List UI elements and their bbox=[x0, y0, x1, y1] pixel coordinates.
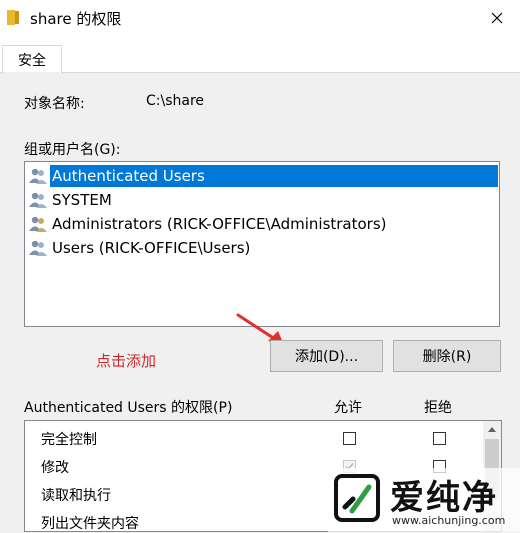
permission-label: 完全控制 bbox=[41, 432, 97, 448]
permissions-title: Authenticated Users 的权限(P) bbox=[24, 400, 233, 416]
list-item-label: Authenticated Users bbox=[50, 165, 498, 187]
allow-column-header: 允许 bbox=[334, 400, 362, 416]
brand-logo-icon bbox=[334, 474, 380, 522]
deny-column-header: 拒绝 bbox=[424, 400, 452, 416]
permission-row: 读取和执行 bbox=[41, 483, 111, 507]
remove-button[interactable]: 删除(R) bbox=[393, 340, 501, 372]
annotation-hint: 点击添加 bbox=[96, 352, 157, 370]
title-bar: share 的权限 bbox=[0, 0, 520, 36]
window-title: share 的权限 bbox=[30, 10, 122, 28]
remove-button-label: 删除(R) bbox=[422, 349, 472, 365]
add-button-label: 添加(D)... bbox=[294, 349, 359, 365]
users-icon bbox=[29, 216, 47, 232]
permission-label: 读取和执行 bbox=[41, 488, 111, 504]
close-button[interactable] bbox=[474, 0, 520, 36]
list-item-label: Users (RICK-OFFICE\Users) bbox=[52, 239, 251, 257]
scroll-up-button[interactable] bbox=[483, 421, 501, 438]
close-icon bbox=[491, 12, 503, 24]
object-name-label: 对象名称: bbox=[24, 96, 85, 112]
deny-full-control-checkbox[interactable] bbox=[433, 432, 446, 445]
list-item-system[interactable]: SYSTEM bbox=[28, 189, 498, 211]
groups-listbox[interactable]: Authenticated Users SYSTEM Administrator… bbox=[24, 161, 500, 327]
permission-row: 修改 bbox=[41, 455, 69, 479]
list-item-users[interactable]: Users (RICK-OFFICE\Users) bbox=[28, 237, 498, 259]
permission-row: 列出文件夹内容 bbox=[41, 511, 139, 532]
allow-full-control-checkbox[interactable] bbox=[343, 432, 356, 445]
permission-label: 列出文件夹内容 bbox=[41, 516, 139, 532]
add-button[interactable]: 添加(D)... bbox=[270, 340, 383, 372]
users-icon bbox=[29, 240, 47, 256]
brand-url: www.aichunjing.com bbox=[392, 514, 506, 527]
permission-row: 完全控制 bbox=[41, 427, 97, 451]
users-icon bbox=[29, 168, 47, 184]
groups-label: 组或用户名(G): bbox=[24, 142, 121, 158]
permission-label: 修改 bbox=[41, 460, 69, 476]
watermark: 爱纯净 www.aichunjing.com bbox=[328, 468, 520, 532]
list-item-label: Administrators (RICK-OFFICE\Administrato… bbox=[52, 215, 387, 233]
list-item-label: SYSTEM bbox=[52, 191, 112, 209]
list-item-administrators[interactable]: Administrators (RICK-OFFICE\Administrato… bbox=[28, 213, 498, 235]
tab-security-label: 安全 bbox=[18, 53, 46, 69]
list-item-authenticated-users[interactable]: Authenticated Users bbox=[28, 165, 498, 187]
tab-security[interactable]: 安全 bbox=[2, 45, 62, 74]
object-name-value: C:\share bbox=[146, 93, 205, 109]
folder-icon bbox=[7, 10, 19, 25]
chevron-up-icon bbox=[488, 427, 496, 432]
users-icon bbox=[29, 192, 47, 208]
brand-name: 爱纯净 bbox=[390, 478, 498, 518]
